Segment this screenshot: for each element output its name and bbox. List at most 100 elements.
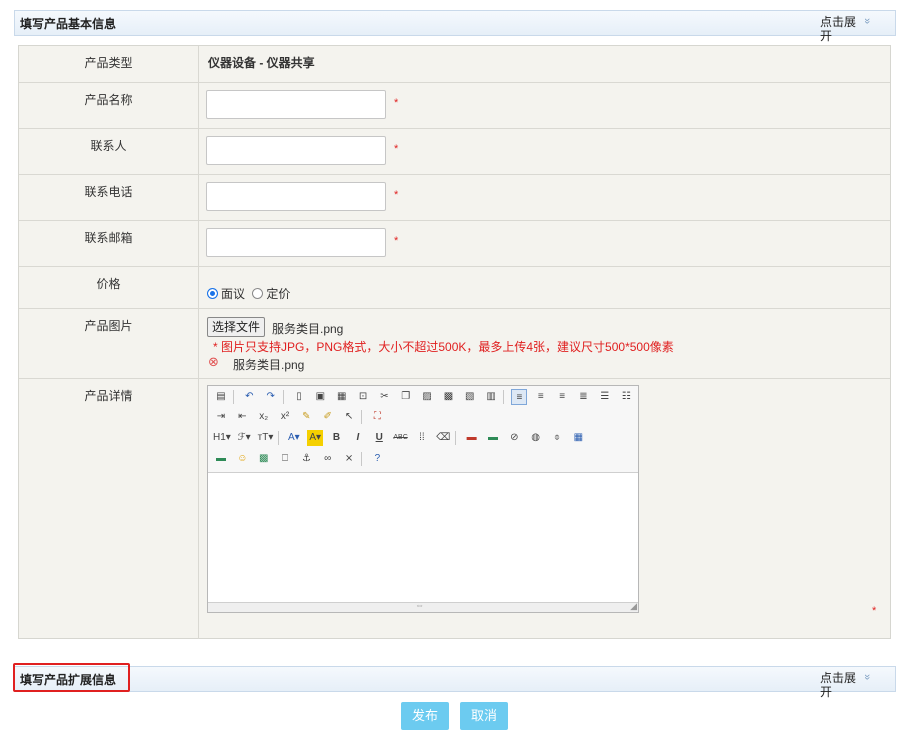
- product-name-label: 产品名称: [19, 83, 199, 128]
- cancel-button[interactable]: 取消: [460, 702, 509, 730]
- eraser-icon[interactable]: ⌫: [435, 430, 451, 446]
- page-break-icon[interactable]: ⎕: [277, 451, 293, 467]
- source-icon[interactable]: ▤: [213, 389, 229, 405]
- product-name-input[interactable]: [206, 90, 386, 119]
- row-contact: 联系人 *: [19, 129, 890, 175]
- chevron-down-icon[interactable]: »: [861, 18, 873, 24]
- subscript-icon[interactable]: x₂: [256, 409, 272, 425]
- superscript-icon[interactable]: x²: [277, 409, 293, 425]
- unlink-icon[interactable]: ⨯: [341, 451, 357, 467]
- remove-file-icon[interactable]: ⊗: [208, 354, 219, 370]
- multi-image-icon[interactable]: ▬: [485, 430, 501, 446]
- attachment-icon[interactable]: ⌽: [549, 430, 565, 446]
- publish-button[interactable]: 发布: [401, 702, 450, 730]
- undo-icon[interactable]: ↶: [241, 389, 257, 405]
- required-mark: *: [872, 605, 877, 617]
- required-mark: *: [394, 189, 399, 201]
- select-all-icon[interactable]: ▥: [483, 389, 499, 405]
- underline-button[interactable]: U: [371, 430, 387, 446]
- price-fixed-label: 定价: [266, 287, 291, 301]
- image-label: 产品图片: [19, 309, 199, 378]
- map-icon[interactable]: ▩: [256, 451, 272, 467]
- paste-icon[interactable]: ▨: [419, 389, 435, 405]
- font-size-dropdown[interactable]: тT▾: [258, 430, 274, 446]
- product-type-label: 产品类型: [19, 46, 199, 82]
- align-left-icon[interactable]: ≡: [511, 389, 528, 405]
- unordered-list-icon[interactable]: ☷: [618, 389, 634, 405]
- phone-label: 联系电话: [19, 175, 199, 220]
- quick-format-icon[interactable]: ✐: [320, 409, 336, 425]
- align-justify-icon[interactable]: ≣: [576, 389, 592, 405]
- price-negotiable-radio[interactable]: [207, 288, 218, 299]
- font-family-dropdown[interactable]: ℱ▾: [236, 430, 252, 446]
- table-icon[interactable]: ▦: [570, 430, 586, 446]
- contact-label: 联系人: [19, 129, 199, 174]
- row-detail: 产品详情 ▤ ↶ ↷ ▯ ▣ ▦ ⊡ ✂ ❐ ▨ ▩ ▧ ▥ ≡ ≡ ≡ ≣ ☰…: [19, 379, 890, 639]
- font-color-dropdown[interactable]: A▾: [286, 430, 302, 446]
- strikethrough-button[interactable]: ABC: [393, 430, 409, 446]
- price-options: 面议 定价: [207, 285, 290, 302]
- row-phone: 联系电话 *: [19, 175, 890, 221]
- ordered-list-icon[interactable]: ☰: [597, 389, 613, 405]
- corner-resize-icon[interactable]: ◢: [630, 601, 637, 612]
- paste-text-icon[interactable]: ▩: [440, 389, 456, 405]
- bold-button[interactable]: B: [329, 430, 345, 446]
- highlight-dropdown[interactable]: A▾: [307, 430, 324, 446]
- align-right-icon[interactable]: ≡: [554, 389, 570, 405]
- outdent-icon[interactable]: ⇤: [234, 409, 250, 425]
- link-icon[interactable]: ∞: [320, 451, 336, 467]
- email-input[interactable]: [206, 228, 386, 257]
- redo-icon[interactable]: ↷: [263, 389, 279, 405]
- heading-dropdown[interactable]: H1▾: [213, 430, 231, 446]
- preview-icon[interactable]: ▯: [291, 389, 307, 405]
- clear-format-icon[interactable]: ✎: [298, 409, 314, 425]
- highlight-outline: [13, 663, 130, 692]
- row-product-name: 产品名称 *: [19, 83, 890, 129]
- select-pointer-icon[interactable]: ↖: [341, 409, 357, 425]
- price-negotiable-label: 面议: [221, 287, 246, 301]
- detail-label: 产品详情: [19, 379, 199, 639]
- horizontal-rule-icon[interactable]: ⁞⁞: [414, 430, 430, 446]
- cut-icon[interactable]: ✂: [376, 389, 392, 405]
- row-product-type: 产品类型 仪器设备 - 仪器共享: [19, 46, 890, 83]
- editor-resize-bar[interactable]: ⇔ ◢: [208, 600, 638, 612]
- chevron-down-icon[interactable]: »: [861, 674, 873, 680]
- fullscreen-icon[interactable]: ⛶: [369, 409, 385, 425]
- help-icon[interactable]: ?: [369, 451, 385, 467]
- basic-info-header: 填写产品基本信息 点击展开 »: [14, 10, 896, 43]
- basic-info-form: 产品类型 仪器设备 - 仪器共享 产品名称 * 联系人 * 联系电话 * 联系邮…: [18, 45, 891, 639]
- italic-button[interactable]: I: [350, 430, 366, 446]
- email-label: 联系邮箱: [19, 221, 199, 266]
- paste-word-icon[interactable]: ▧: [462, 389, 478, 405]
- hr-insert-icon[interactable]: ▬: [213, 451, 229, 467]
- row-email: 联系邮箱 *: [19, 221, 890, 267]
- basic-info-title: 填写产品基本信息: [20, 17, 117, 31]
- required-mark: *: [394, 235, 399, 247]
- basic-info-toggle[interactable]: 点击展开: [820, 15, 860, 43]
- resize-grip-icon[interactable]: ⇔: [415, 600, 424, 610]
- flash-icon[interactable]: ⊘: [506, 430, 522, 446]
- code-icon[interactable]: ⊡: [355, 389, 371, 405]
- emoticon-icon[interactable]: ☺: [234, 451, 250, 467]
- phone-input[interactable]: [206, 182, 386, 211]
- image-icon[interactable]: ▬: [464, 430, 480, 446]
- choose-file-button[interactable]: 选择文件: [207, 317, 266, 337]
- uploaded-file-name: 服务类目.png: [233, 358, 305, 372]
- print-icon[interactable]: ▣: [312, 389, 328, 405]
- required-mark: *: [394, 143, 399, 155]
- price-fixed-radio[interactable]: [252, 288, 264, 299]
- indent-icon[interactable]: ⇥: [213, 409, 229, 425]
- image-hint: * 图片只支持JPG，PNG格式，大小不超过500K，最多上传4张，建议尺寸50…: [213, 340, 674, 354]
- product-type-value: 仪器设备 - 仪器共享: [208, 56, 315, 70]
- copy-icon[interactable]: ❐: [398, 389, 414, 405]
- align-center-icon[interactable]: ≡: [533, 389, 549, 405]
- contact-input[interactable]: [206, 136, 386, 165]
- price-label: 价格: [19, 267, 199, 308]
- ext-info-toggle[interactable]: 点击展开: [820, 671, 860, 699]
- anchor-icon[interactable]: ⚓: [298, 451, 314, 467]
- template-icon[interactable]: ▦: [334, 389, 350, 405]
- required-mark: *: [394, 97, 399, 109]
- editor-content-area[interactable]: [208, 473, 638, 602]
- row-price: 价格 面议 定价: [19, 267, 890, 309]
- media-icon[interactable]: ◍: [528, 430, 544, 446]
